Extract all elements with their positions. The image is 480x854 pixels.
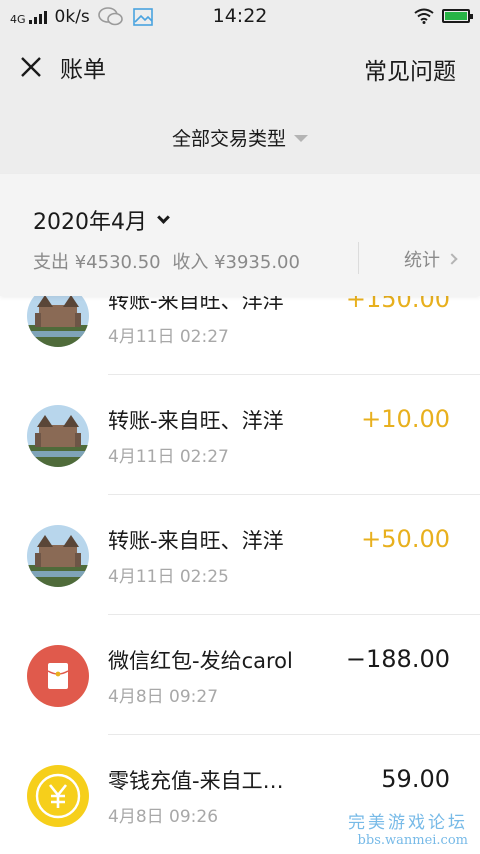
month-label: 2020年4月 <box>33 210 147 235</box>
header: 账单 常见问题 全部交易类型 <box>0 34 480 174</box>
transaction-amount: 59.00 <box>381 765 450 793</box>
list-item[interactable]: 转账-来自旺、洋洋 4月11日 02:25 +50.00 <box>0 495 480 615</box>
chevron-right-icon <box>446 253 458 265</box>
transaction-date: 4月8日 09:27 <box>108 687 219 707</box>
transaction-amount: +50.00 <box>361 525 450 553</box>
summary-totals: 支出 ¥4530.50 收入 ¥3935.00 <box>33 248 306 274</box>
expense-total: 支出 ¥4530.50 <box>33 252 161 273</box>
divider <box>358 242 359 274</box>
clock: 14:22 <box>212 5 268 27</box>
income-total: 收入 ¥3935.00 <box>172 252 300 273</box>
month-selector[interactable]: 2020年4月 <box>33 204 170 236</box>
castle-avatar <box>27 525 89 587</box>
faq-link[interactable]: 常见问题 <box>364 52 456 86</box>
page-title: 账单 <box>60 57 106 83</box>
battery-icon <box>442 9 473 23</box>
transaction-title: 转账-来自旺、洋洋 <box>108 529 284 553</box>
close-icon[interactable] <box>16 52 46 82</box>
transaction-amount: +10.00 <box>361 405 450 433</box>
wifi-icon <box>414 8 434 24</box>
transaction-title: 零钱充值-来自工… <box>108 769 284 793</box>
battery-level <box>445 12 467 20</box>
filter-label: 全部交易类型 <box>171 128 286 150</box>
transaction-date: 4月8日 09:26 <box>108 807 219 827</box>
list-item[interactable]: 转账-来自旺、洋洋 4月11日 02:27 +10.00 <box>0 375 480 495</box>
watermark: 完美游戏论坛 bbs.wanmei.com <box>348 808 468 848</box>
chevron-down-icon <box>157 210 170 224</box>
transaction-date: 4月11日 02:27 <box>108 447 229 467</box>
transaction-date: 4月11日 02:27 <box>108 327 229 347</box>
stats-button[interactable]: 统计 <box>404 246 458 272</box>
castle-avatar <box>27 405 89 467</box>
red-packet-icon <box>27 645 89 707</box>
yuan-coin-icon <box>27 765 89 827</box>
transaction-amount: −188.00 <box>345 645 450 673</box>
watermark-url: bbs.wanmei.com <box>357 833 468 848</box>
status-bar: 4G 0k/s 14:22 <box>0 0 480 34</box>
watermark-title: 完美游戏论坛 <box>348 813 468 833</box>
status-right <box>414 8 473 24</box>
transaction-date: 4月11日 02:25 <box>108 567 229 587</box>
transaction-title: 微信红包-发给carol <box>108 649 293 673</box>
transaction-list: 转账-来自旺、洋洋 4月11日 02:27 +150.00 转账-来自旺、洋洋 … <box>0 255 480 854</box>
stats-label: 统计 <box>404 250 440 271</box>
transaction-title: 转账-来自旺、洋洋 <box>108 409 284 433</box>
transaction-type-filter[interactable]: 全部交易类型 <box>0 124 480 151</box>
list-item[interactable]: 微信红包-发给carol 4月8日 09:27 −188.00 <box>0 615 480 735</box>
month-summary: 2020年4月 支出 ¥4530.50 收入 ¥3935.00 统计 <box>0 174 480 296</box>
caret-down-icon <box>294 135 308 142</box>
